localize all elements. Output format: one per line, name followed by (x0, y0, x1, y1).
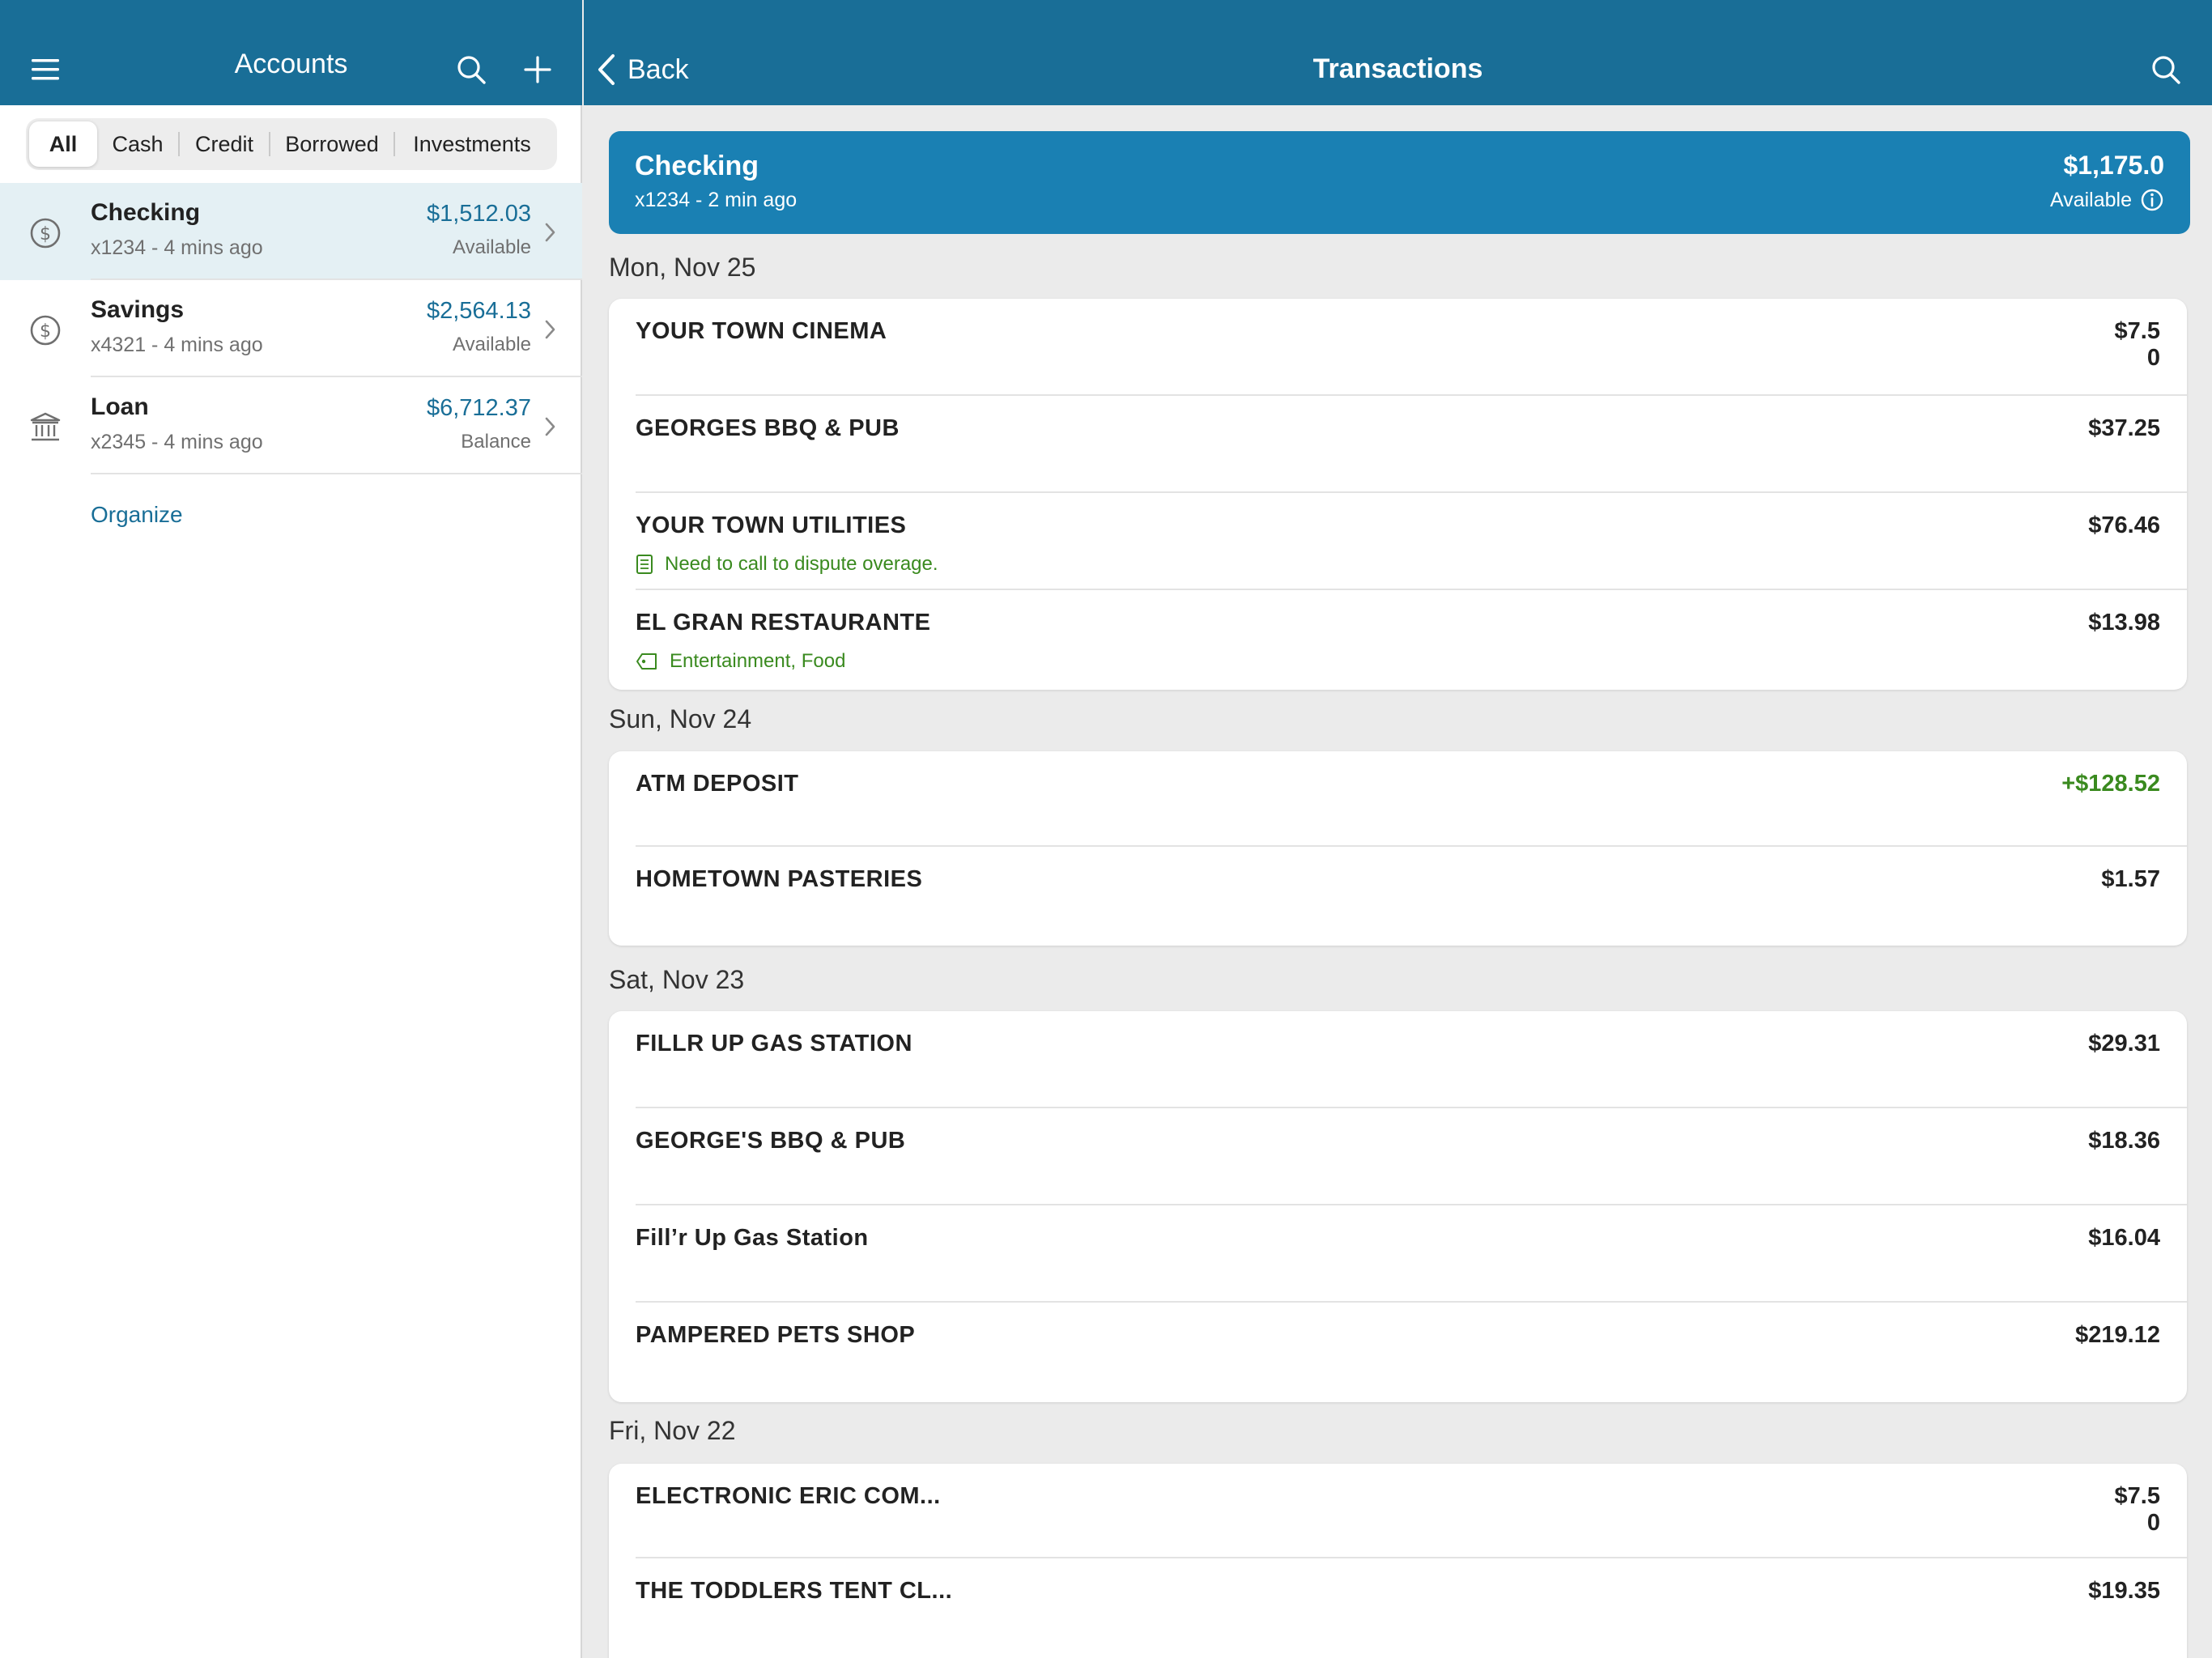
date-header: Sun, Nov 24 (609, 704, 752, 733)
transaction-amount: $29.31 (2088, 1031, 2160, 1056)
chevron-right-icon (545, 320, 555, 339)
account-amount-label: Available (453, 334, 531, 355)
note-text: Need to call to dispute overage. (665, 553, 938, 575)
transaction-row[interactable]: ATM DEPOSIT +$128.52 (609, 751, 2187, 847)
transaction-row[interactable]: FILLR UP GAS STATION $29.31 (609, 1011, 2187, 1108)
date-header: Sat, Nov 23 (609, 965, 745, 994)
dollar-circle-icon: $ (30, 315, 61, 346)
account-amount: $1,512.03 (426, 201, 531, 227)
transaction-amount: $7.50 (2114, 318, 2160, 371)
account-row-loan[interactable]: Loan x2345 - 4 mins ago $6,712.37 Balanc… (0, 377, 582, 474)
account-amount-label: Balance (461, 431, 531, 453)
account-row-checking[interactable]: $ Checking x1234 - 4 mins ago $1,512.03 … (0, 183, 582, 280)
transaction-amount: +$128.52 (2061, 771, 2160, 797)
transaction-row[interactable]: GEORGES BBQ & PUB $37.25 (609, 396, 2187, 493)
transaction-amount: $18.36 (2088, 1128, 2160, 1154)
transaction-amount: $13.98 (2088, 610, 2160, 636)
transaction-row[interactable]: ELECTRONIC ERIC COM... $7.50 (609, 1464, 2187, 1558)
transactions-card: ATM DEPOSIT +$128.52 HOMETOWN PASTERIES … (609, 751, 2187, 946)
banner-account-name: Checking (635, 151, 759, 181)
tags-text: Entertainment, Food (670, 650, 846, 672)
add-account-icon[interactable] (521, 53, 554, 86)
filter-investments[interactable]: Investments (395, 121, 549, 167)
transaction-name: HOMETOWN PASTERIES (636, 866, 923, 892)
filter-cash[interactable]: Cash (97, 121, 178, 167)
available-label: Available (2049, 188, 2132, 211)
transaction-amount: $37.25 (2088, 415, 2160, 441)
transactions-title: Transactions (1312, 53, 1483, 84)
filter-borrowed[interactable]: Borrowed (270, 121, 393, 167)
account-name: Checking (91, 199, 201, 226)
transaction-amount: $19.35 (2088, 1578, 2160, 1604)
account-row-savings[interactable]: $ Savings x4321 - 4 mins ago $2,564.13 A… (0, 280, 582, 377)
transaction-name: PAMPERED PETS SHOP (636, 1322, 916, 1348)
account-amount: $2,564.13 (426, 298, 531, 324)
transaction-name: FILLR UP GAS STATION (636, 1031, 912, 1056)
account-summary-banner: Checking x1234 - 2 min ago $1,175.0 Avai… (609, 131, 2190, 234)
transaction-row[interactable]: YOUR TOWN UTILITIES $76.46 Need to call … (609, 493, 2187, 590)
organize-link[interactable]: Organize (91, 502, 183, 528)
dollar-circle-icon: $ (30, 218, 61, 249)
accounts-header: Accounts (0, 0, 582, 105)
transactions-card: YOUR TOWN CINEMA $7.50 GEORGES BBQ & PUB… (609, 299, 2187, 690)
svg-text:$: $ (40, 321, 51, 342)
transaction-name: EL GRAN RESTAURANTE (636, 610, 931, 636)
chevron-right-icon (545, 417, 555, 436)
transaction-row[interactable]: THE TODDLERS TENT CL... $19.35 (609, 1558, 2187, 1656)
account-name: Loan (91, 393, 149, 420)
accounts-pane: Accounts All Cash Credit Borrowed Invest… (0, 0, 582, 1658)
transaction-name: Fill’r Up Gas Station (636, 1225, 869, 1251)
transaction-row[interactable]: PAMPERED PETS SHOP $219.12 (609, 1303, 2187, 1400)
transaction-name: GEORGES BBQ & PUB (636, 415, 900, 441)
info-icon[interactable] (2140, 188, 2164, 212)
transaction-name: ATM DEPOSIT (636, 771, 799, 797)
account-amount: $6,712.37 (426, 395, 531, 421)
date-header: Fri, Nov 22 (609, 1416, 736, 1445)
transaction-amount: $7.50 (2114, 1483, 2160, 1536)
account-name: Savings (91, 296, 185, 323)
tag-icon (636, 653, 657, 670)
transaction-note: Need to call to dispute overage. (636, 553, 938, 576)
transaction-row[interactable]: YOUR TOWN CINEMA $7.50 (609, 299, 2187, 396)
account-filter-segmented-control: All Cash Credit Borrowed Investments (26, 118, 557, 170)
transaction-row[interactable]: HOMETOWN PASTERIES $1.57 (609, 847, 2187, 946)
filter-all[interactable]: All (29, 121, 97, 167)
date-header: Mon, Nov 25 (609, 253, 756, 282)
search-icon[interactable] (2150, 53, 2182, 86)
transaction-tags: Entertainment, Food (636, 650, 845, 673)
transaction-name: THE TODDLERS TENT CL... (636, 1578, 953, 1604)
account-amount-label: Available (453, 236, 531, 258)
transaction-name: YOUR TOWN CINEMA (636, 318, 887, 344)
transactions-card: ELECTRONIC ERIC COM... $7.50 THE TODDLER… (609, 1464, 2187, 1658)
transaction-amount: $16.04 (2088, 1225, 2160, 1251)
row-divider (91, 473, 582, 474)
transaction-name: GEORGE'S BBQ & PUB (636, 1128, 906, 1154)
transactions-pane: Back Transactions Checking x1234 - 2 min… (584, 0, 2212, 1658)
account-subtitle: x1234 - 4 mins ago (91, 236, 263, 259)
transactions-card: FILLR UP GAS STATION $29.31 GEORGE'S BBQ… (609, 1011, 2187, 1402)
transaction-name: ELECTRONIC ERIC COM... (636, 1483, 941, 1509)
transaction-name: YOUR TOWN UTILITIES (636, 512, 907, 538)
transaction-row[interactable]: Fill’r Up Gas Station $16.04 (609, 1205, 2187, 1303)
transaction-amount: $76.46 (2088, 512, 2160, 538)
transaction-amount: $1.57 (2101, 866, 2160, 892)
banner-account-subtitle: x1234 - 2 min ago (635, 189, 798, 211)
transaction-row[interactable]: GEORGE'S BBQ & PUB $18.36 (609, 1108, 2187, 1205)
transactions-header: Back Transactions (584, 0, 2212, 105)
filter-credit[interactable]: Credit (180, 121, 269, 167)
account-subtitle: x2345 - 4 mins ago (91, 431, 263, 453)
banner-amount: $1,175.0 (2063, 151, 2164, 180)
svg-text:$: $ (40, 224, 51, 244)
transaction-row[interactable]: EL GRAN RESTAURANTE $13.98 Entertainment… (609, 590, 2187, 687)
bank-icon (30, 412, 61, 441)
search-icon[interactable] (455, 53, 487, 86)
transaction-amount: $219.12 (2075, 1322, 2160, 1348)
note-icon (636, 555, 653, 574)
chevron-right-icon (545, 223, 555, 242)
accounts-title: Accounts (234, 49, 348, 79)
banner-amount-label: Available (2050, 188, 2164, 212)
account-subtitle: x4321 - 4 mins ago (91, 334, 263, 356)
